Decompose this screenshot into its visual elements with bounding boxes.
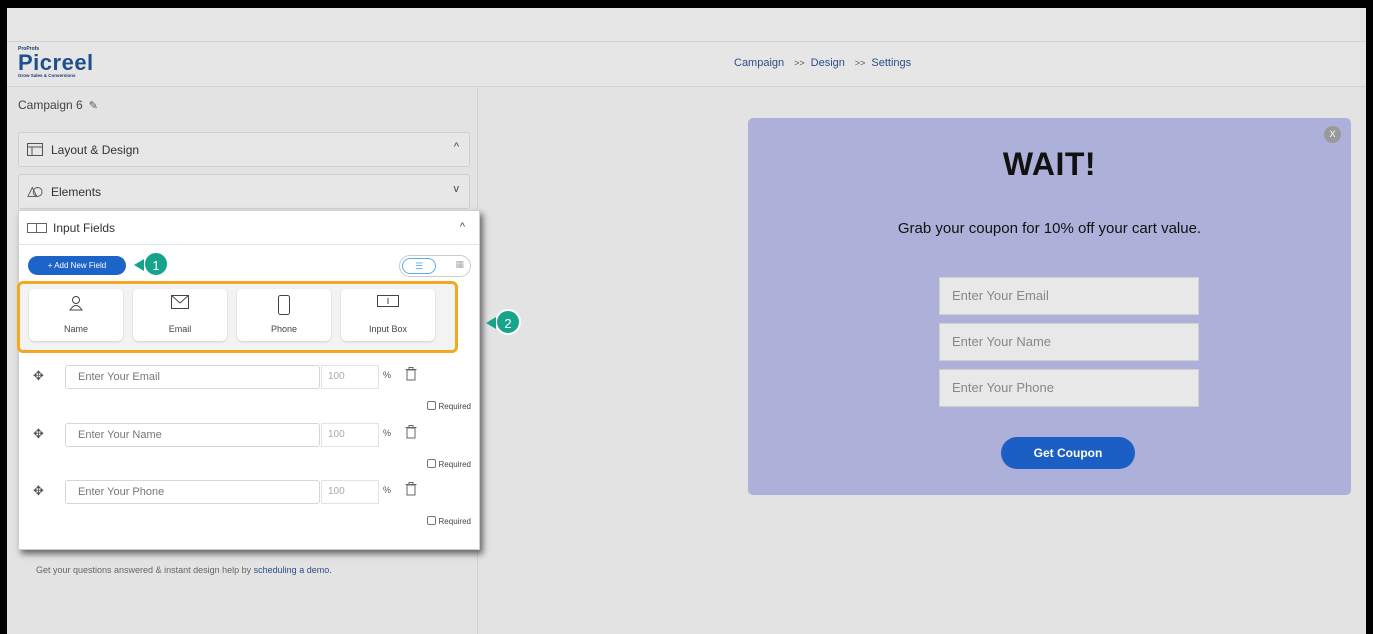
breadcrumb: Campaign >> Design >> Settings xyxy=(734,57,915,69)
field-type-name[interactable]: Name xyxy=(29,289,123,341)
percent-label: % xyxy=(383,428,392,438)
field-label-input[interactable]: Enter Your Phone xyxy=(65,480,320,504)
email-field[interactable]: Enter Your Email xyxy=(939,277,1199,315)
section-label: Elements xyxy=(51,185,102,199)
chevron-up-icon: ^ xyxy=(453,141,459,153)
trash-icon[interactable] xyxy=(405,367,417,381)
section-label: Input Fields xyxy=(53,221,116,235)
drag-handle-icon[interactable]: ✥ xyxy=(33,483,44,499)
chevron-down-icon: v xyxy=(453,183,460,195)
breadcrumb-separator: >> xyxy=(794,58,805,68)
section-label: Layout & Design xyxy=(51,143,140,157)
top-header: ProProfs Picreel Grow Sales & Conversion… xyxy=(7,42,1366,87)
layout-icon xyxy=(27,143,43,156)
popup-preview: X WAIT! Grab your coupon for 10% off you… xyxy=(748,118,1351,495)
phone-icon xyxy=(278,295,290,315)
settings-sidebar: Campaign 6 ✎ Layout & Design ^ Elements v… xyxy=(7,88,521,634)
required-checkbox[interactable]: Required xyxy=(426,401,471,411)
field-type-input-box[interactable]: Input Box xyxy=(341,289,435,341)
phone-field[interactable]: Enter Your Phone xyxy=(939,369,1199,407)
field-type-email[interactable]: Email xyxy=(133,289,227,341)
breadcrumb-separator: >> xyxy=(854,58,866,68)
field-row-name: ✥ Enter Your Name 100 % xyxy=(33,423,453,447)
field-width-input[interactable]: 100 xyxy=(321,480,379,504)
trash-icon[interactable] xyxy=(405,425,417,439)
input-box-icon xyxy=(377,295,399,307)
envelope-icon xyxy=(171,295,189,309)
checkbox[interactable] xyxy=(426,459,436,468)
section-elements[interactable]: Elements v xyxy=(18,174,470,209)
section-layout-design[interactable]: Layout & Design ^ xyxy=(18,132,470,167)
input-fields-panel: Input Fields ^ + Add New Field 1 ☰ ▦ Nam… xyxy=(17,210,521,550)
percent-label: % xyxy=(383,370,392,380)
browser-strip xyxy=(7,8,1366,42)
required-checkbox[interactable]: Required xyxy=(426,459,471,469)
popup-subtitle: Grab your coupon for 10% off your cart v… xyxy=(897,220,1202,237)
callout-marker-2: 2 xyxy=(486,309,521,335)
field-type-selector: Name Email Phone Input Box xyxy=(17,281,458,353)
field-width-input[interactable]: 100 xyxy=(321,423,379,447)
pencil-icon[interactable]: ✎ xyxy=(89,100,98,112)
campaign-title: Campaign 6 ✎ xyxy=(18,98,98,112)
breadcrumb-design[interactable]: Design xyxy=(811,57,845,69)
app-window: ProProfs Picreel Grow Sales & Conversion… xyxy=(7,8,1366,634)
drag-handle-icon[interactable]: ✥ xyxy=(33,368,44,384)
help-text: Get your questions answered & instant de… xyxy=(36,565,332,575)
field-width-input[interactable]: 100 xyxy=(321,365,379,389)
field-row-phone: ✥ Enter Your Phone 100 % xyxy=(33,480,453,504)
close-icon[interactable]: X xyxy=(1324,126,1341,143)
grid-view-icon[interactable]: ▦ xyxy=(455,259,464,270)
checkbox[interactable] xyxy=(426,516,436,525)
user-icon xyxy=(69,296,83,311)
name-field[interactable]: Enter Your Name xyxy=(939,323,1199,361)
view-toggle[interactable]: ☰ ▦ xyxy=(399,255,471,277)
trash-icon[interactable] xyxy=(405,482,417,496)
add-new-field-button[interactable]: + Add New Field xyxy=(28,256,126,275)
breadcrumb-settings[interactable]: Settings xyxy=(871,57,911,69)
field-row-email: ✥ Enter Your Email 100 % xyxy=(33,365,453,389)
picreel-logo[interactable]: ProProfs Picreel Grow Sales & Conversion… xyxy=(18,46,94,78)
callout-marker-1: 1 xyxy=(134,251,169,277)
field-type-phone[interactable]: Phone xyxy=(237,289,331,341)
drag-handle-icon[interactable]: ✥ xyxy=(33,426,44,442)
list-view-icon[interactable]: ☰ xyxy=(402,258,436,274)
chevron-up-icon: ^ xyxy=(459,221,465,233)
popup-title: WAIT! xyxy=(1002,146,1097,182)
checkbox[interactable] xyxy=(426,401,436,410)
schedule-demo-link[interactable]: scheduling a demo. xyxy=(254,565,332,575)
section-input-fields[interactable]: Input Fields ^ xyxy=(19,211,479,245)
field-label-input[interactable]: Enter Your Email xyxy=(65,365,320,389)
input-field-icon xyxy=(27,223,47,233)
breadcrumb-campaign[interactable]: Campaign xyxy=(734,57,784,69)
percent-label: % xyxy=(383,485,392,495)
required-checkbox[interactable]: Required xyxy=(426,516,471,526)
shapes-icon xyxy=(27,186,43,197)
field-label-input[interactable]: Enter Your Name xyxy=(65,423,320,447)
get-coupon-button[interactable]: Get Coupon xyxy=(1001,437,1135,469)
campaign-name: Campaign 6 xyxy=(18,98,83,112)
